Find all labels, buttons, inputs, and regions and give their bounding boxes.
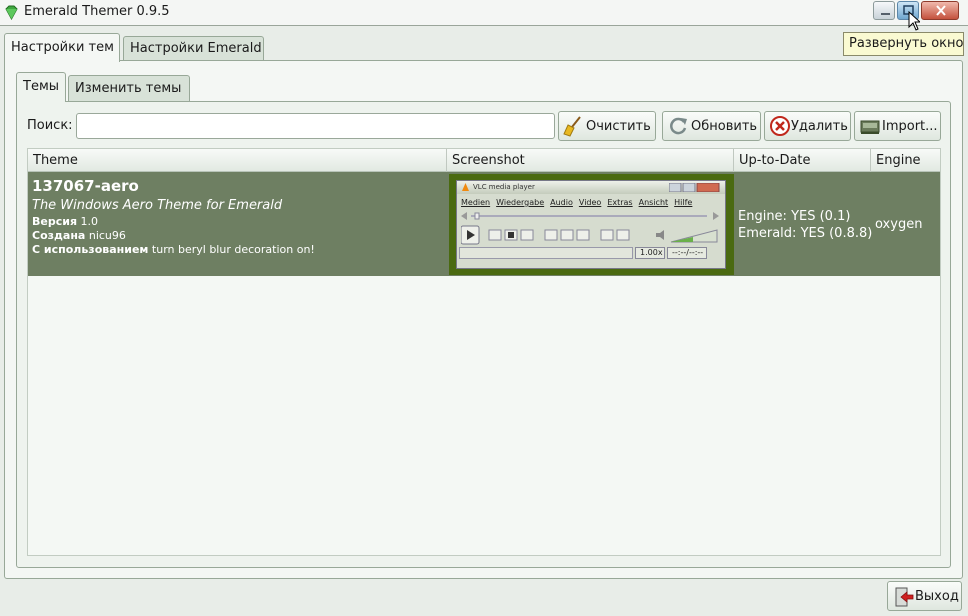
search-input[interactable] bbox=[76, 113, 555, 139]
theme-version: Версия 1.0 bbox=[32, 215, 99, 228]
theme-author: Создана nicu96 bbox=[32, 229, 126, 242]
window-title: Emerald Themer 0.9.5 bbox=[24, 4, 170, 19]
minimize-button[interactable] bbox=[873, 1, 895, 20]
column-header-theme[interactable]: Theme bbox=[28, 149, 447, 172]
tab-emerald-settings[interactable]: Настройки Emerald bbox=[123, 36, 264, 61]
refresh-label: Обновить bbox=[691, 119, 758, 134]
uptodate-emerald: Emerald: YES (0.8.8) bbox=[738, 226, 873, 241]
vlc-status-bar bbox=[459, 247, 633, 259]
themes-table: Theme Screenshot Up-to-Date Engine 13706… bbox=[27, 148, 941, 556]
title-bar: Emerald Themer 0.9.5 bbox=[0, 0, 968, 26]
theme-description: The Windows Aero Theme for Emerald bbox=[32, 198, 283, 213]
minimize-icon bbox=[881, 13, 890, 15]
exit-label: Выход bbox=[915, 589, 959, 604]
vlc-preview-menu: Medien Wiedergabe Audio Video Extras Ansicht H… bbox=[461, 198, 693, 207]
theme-name: 137067-aero bbox=[32, 177, 139, 195]
mouse-cursor-icon bbox=[908, 11, 920, 31]
import-button[interactable]: Import... bbox=[854, 111, 941, 141]
theme-usage: С использованием turn beryl blur decorat… bbox=[32, 243, 315, 256]
emerald-gem-icon bbox=[5, 5, 18, 20]
uptodate-status: Engine: YES (0.1) Emerald: YES (0.8.8) bbox=[738, 208, 872, 242]
uptodate-engine: Engine: YES (0.1) bbox=[738, 209, 851, 224]
vlc-seek-bar-icon bbox=[461, 212, 719, 220]
import-label: Import... bbox=[882, 119, 938, 134]
column-header-screenshot[interactable]: Screenshot bbox=[447, 149, 734, 172]
delete-label: Удалить bbox=[791, 119, 848, 134]
search-label: Поиск: bbox=[27, 118, 73, 133]
exit-button[interactable]: Выход bbox=[887, 581, 962, 611]
close-button[interactable] bbox=[921, 1, 959, 20]
tab-theme-settings[interactable]: Настройки тем bbox=[4, 33, 120, 62]
tab-themes[interactable]: Темы bbox=[16, 72, 66, 102]
vlc-preview: VLC media player Medien Wiedergabe Audio Vi… bbox=[456, 180, 726, 269]
tab-edit-themes[interactable]: Изменить темы bbox=[68, 75, 190, 101]
column-header-engine[interactable]: Engine bbox=[871, 149, 940, 172]
exit-door-icon bbox=[895, 587, 914, 607]
vlc-speed: 1.00x bbox=[635, 247, 665, 259]
table-header: Theme Screenshot Up-to-Date Engine bbox=[28, 149, 940, 172]
vlc-time: --:--/--:-- bbox=[667, 247, 707, 259]
theme-engine: oxygen bbox=[875, 217, 923, 232]
delete-button[interactable]: Удалить bbox=[764, 111, 851, 141]
vlc-cone-icon bbox=[462, 183, 469, 191]
table-row[interactable]: 137067-aero The Windows Aero Theme for E… bbox=[28, 172, 940, 276]
broom-icon bbox=[563, 116, 581, 137]
tooltip: Развернуть окно bbox=[843, 32, 964, 56]
refresh-button[interactable]: Обновить bbox=[662, 111, 761, 141]
vlc-controls-icon bbox=[461, 225, 718, 245]
column-header-uptodate[interactable]: Up-to-Date bbox=[734, 149, 871, 172]
theme-screenshot: VLC media player Medien Wiedergabe Audio Vi… bbox=[449, 174, 734, 275]
vlc-window-buttons-icon bbox=[669, 183, 720, 192]
close-icon bbox=[936, 5, 946, 16]
import-drive-icon bbox=[860, 120, 880, 134]
clear-button[interactable]: Очистить bbox=[558, 111, 656, 141]
clear-label: Очистить bbox=[586, 119, 651, 134]
delete-icon bbox=[770, 116, 790, 136]
refresh-icon bbox=[670, 117, 687, 135]
